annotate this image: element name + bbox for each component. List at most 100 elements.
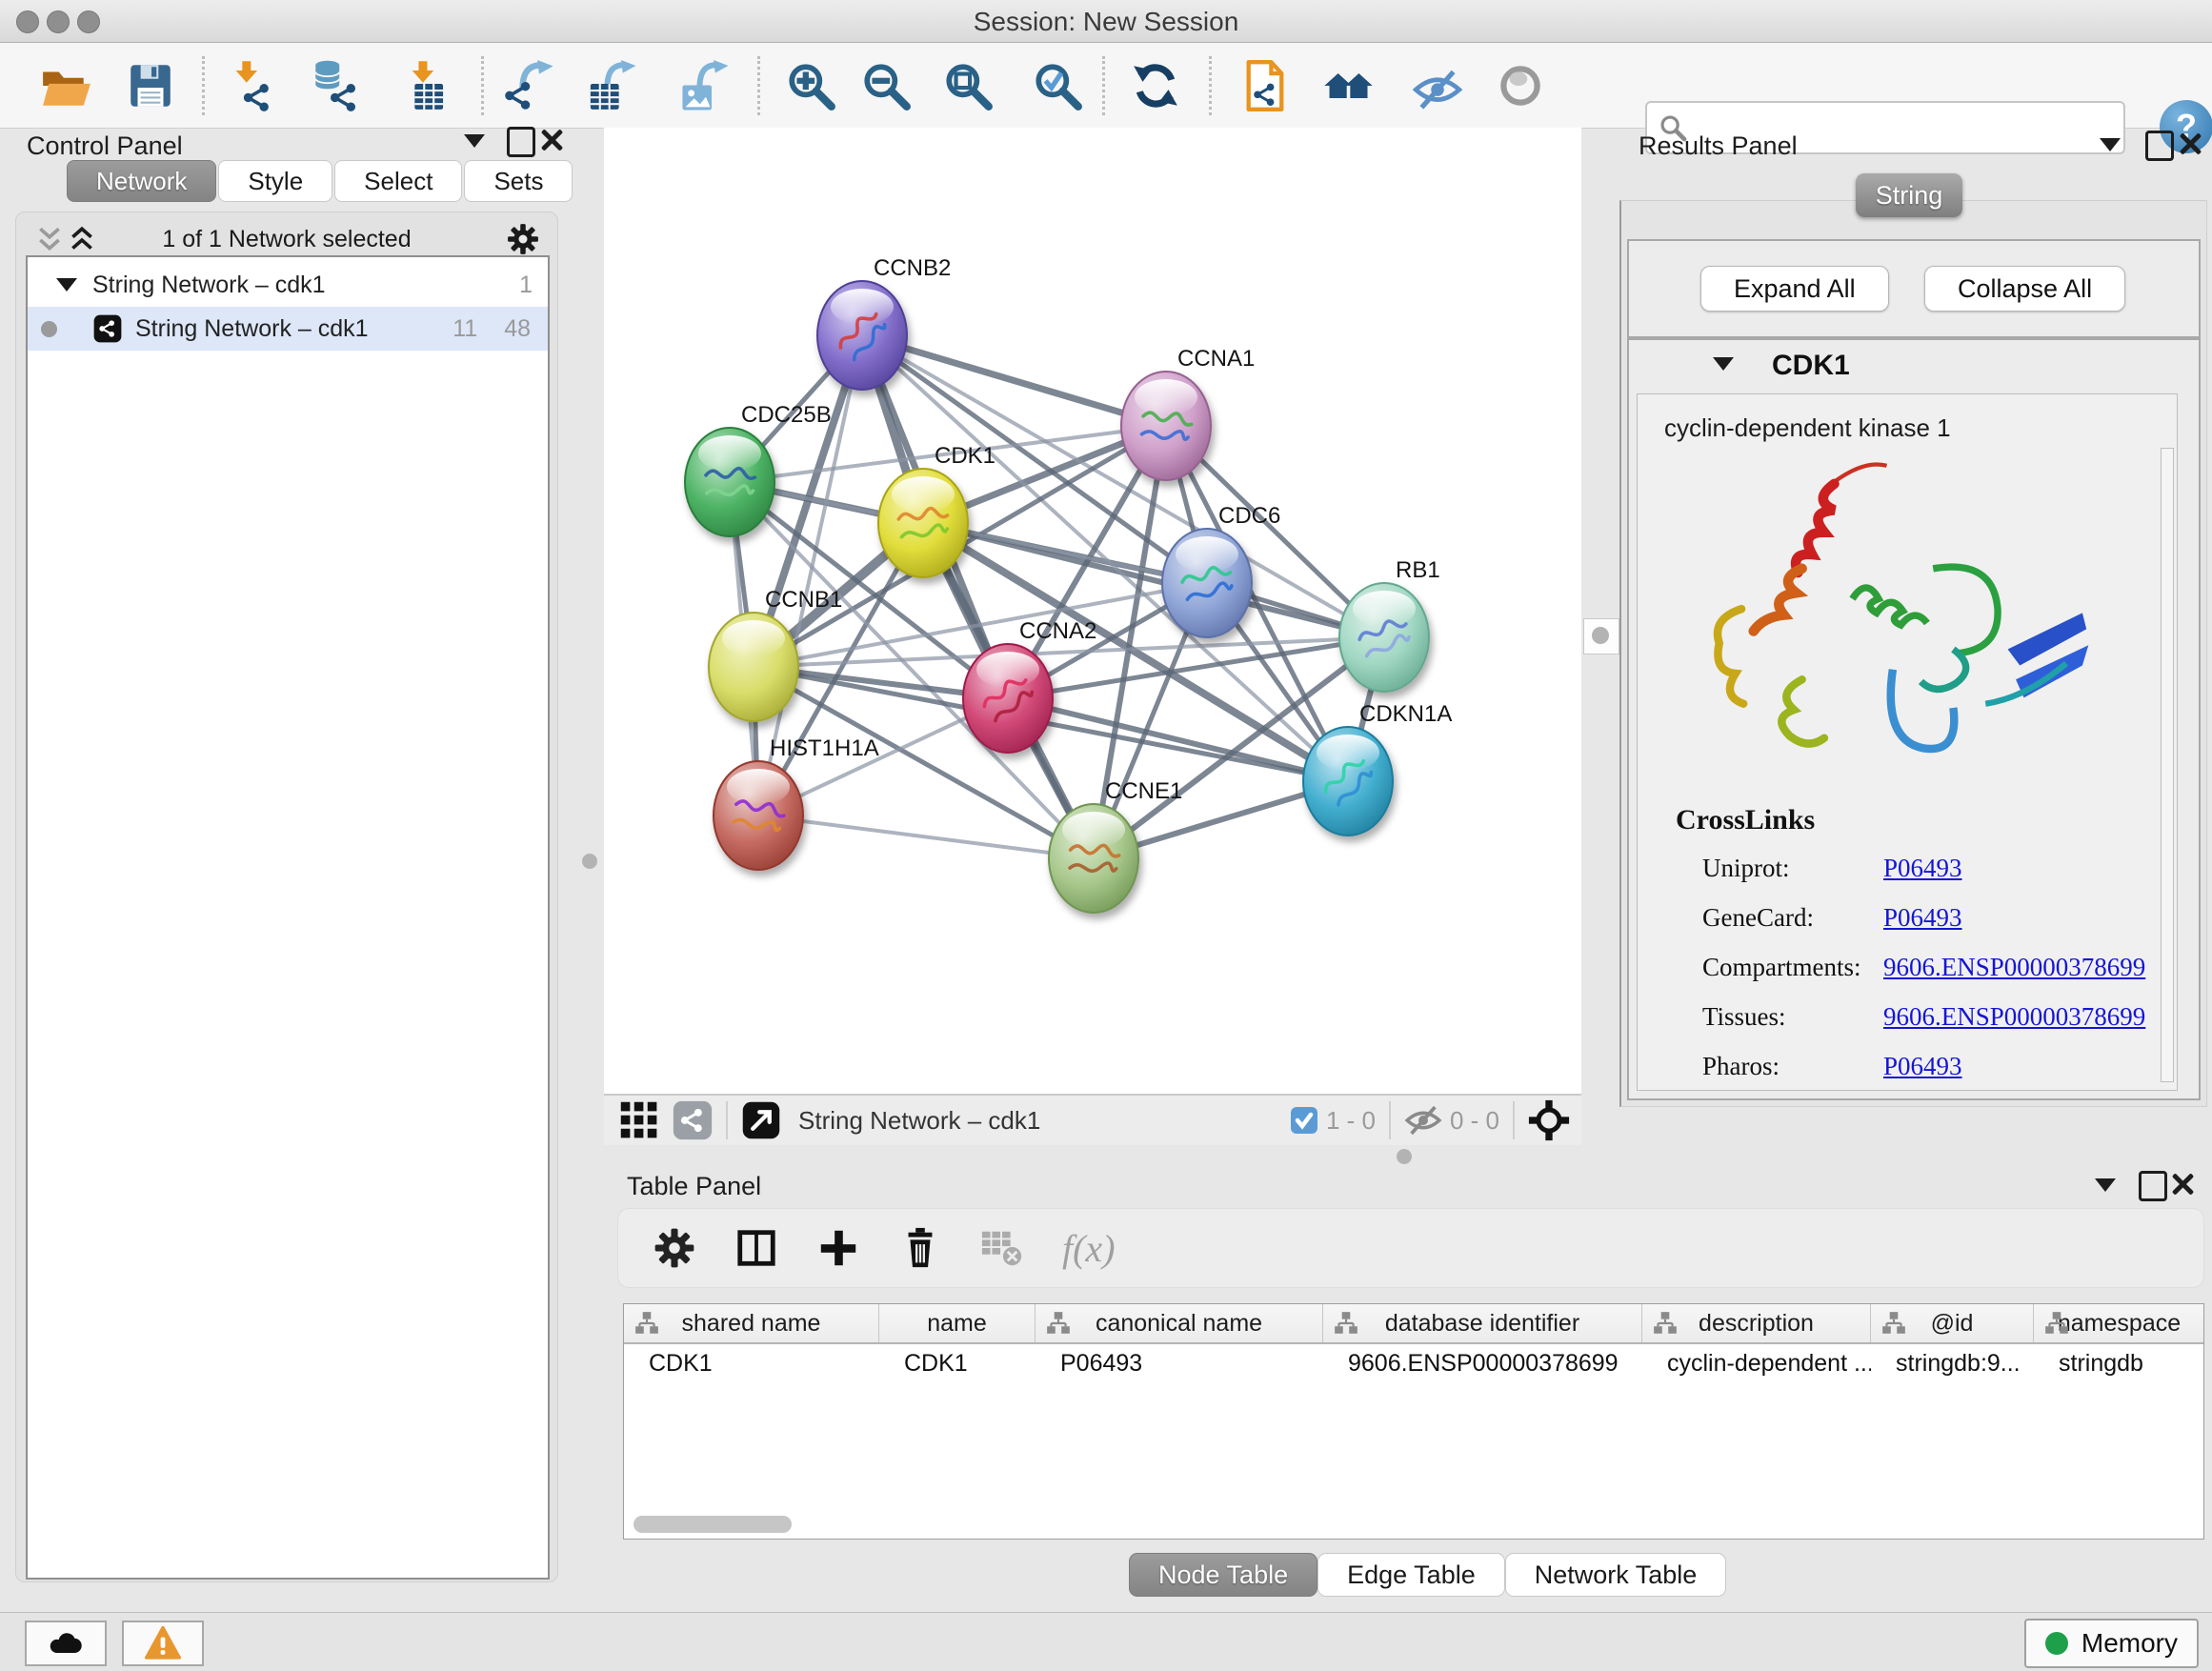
cell-database-identifier[interactable]: 9606.ENSP00000378699: [1323, 1344, 1642, 1384]
warnings-button[interactable]: [122, 1621, 204, 1666]
zoom-selected-button[interactable]: [1030, 58, 1085, 113]
table-panel-menu-icon[interactable]: [2095, 1178, 2116, 1192]
separator: [726, 1101, 728, 1139]
open-session-button[interactable]: [38, 58, 93, 113]
export-network-button[interactable]: [501, 58, 556, 113]
results-panel-float-icon[interactable]: [2145, 131, 2174, 161]
column-header-namespace[interactable]: namespace: [2034, 1304, 2204, 1342]
tab-select[interactable]: Select: [334, 160, 462, 202]
expand-all-button[interactable]: Expand All: [1700, 266, 1889, 312]
graph-node-CCNE1[interactable]: CCNE1: [1049, 778, 1182, 913]
gene-expander-icon[interactable]: [1713, 357, 1734, 371]
results-panel-close-icon[interactable]: [2178, 131, 2202, 156]
network-share-icon[interactable]: [673, 1100, 713, 1140]
crosslink-link[interactable]: 9606.ENSP00000378699: [1883, 953, 2145, 1002]
network-collection-row[interactable]: String Network – cdk1 1: [28, 263, 548, 307]
refresh-view-button[interactable]: [1128, 58, 1183, 113]
hidden-eye-icon[interactable]: [1404, 1104, 1442, 1137]
column-header-name[interactable]: name: [879, 1304, 1036, 1342]
cell-description[interactable]: cyclin-dependent ...: [1642, 1344, 1871, 1384]
left-splitter-handle[interactable]: [582, 854, 597, 869]
graph-node-HIST1H1A[interactable]: HIST1H1A: [714, 735, 879, 870]
graph-node-label-CDKN1A: CDKN1A: [1359, 701, 1452, 727]
tab-style[interactable]: Style: [218, 160, 332, 202]
import-network-file-button[interactable]: [224, 58, 279, 113]
cell-name[interactable]: CDK1: [879, 1344, 1036, 1384]
results-scrollbar[interactable]: [2161, 448, 2174, 1082]
graph-node-CDKN1A[interactable]: CDKN1A: [1303, 701, 1452, 836]
network-row-selected[interactable]: String Network – cdk1 11 48: [28, 307, 548, 351]
control-panel-float-icon[interactable]: [507, 127, 535, 157]
graph-node-RB1[interactable]: RB1: [1339, 557, 1440, 692]
column-header--id[interactable]: @id: [1871, 1304, 2034, 1342]
delete-column-icon[interactable]: [898, 1226, 942, 1270]
crosslink-link[interactable]: P06493: [1883, 903, 1962, 953]
hide-panels-button[interactable]: [1410, 58, 1465, 113]
import-network-icon: [226, 60, 277, 111]
cell-shared-name[interactable]: CDK1: [624, 1344, 879, 1384]
control-panel-close-icon[interactable]: [539, 128, 564, 152]
tab-network[interactable]: Network: [67, 160, 216, 202]
export-image-button[interactable]: [676, 58, 732, 113]
zoom-out-button[interactable]: [858, 58, 914, 113]
network-node-count: 11: [452, 315, 477, 343]
node-table: shared namenamecanonical namedatabase id…: [623, 1303, 2204, 1540]
column-tree-icon: [1333, 1311, 1359, 1336]
table-row[interactable]: CDK1CDK1P064939606.ENSP00000378699cyclin…: [624, 1344, 2203, 1384]
gene-description: cyclin-dependent kinase 1: [1664, 413, 1951, 443]
network-graph[interactable]: CCNB2CCNA1CDC25BCDK1CDC6RB1CCNB1CCNA2CDK…: [604, 128, 1581, 1094]
zoom-in-button[interactable]: [783, 58, 838, 113]
table-panel-float-icon[interactable]: [2139, 1171, 2167, 1201]
tab-node-table[interactable]: Node Table: [1129, 1553, 1317, 1597]
control-panel-menu-icon[interactable]: [464, 134, 485, 148]
tab-string[interactable]: String: [1856, 173, 1962, 217]
add-column-icon[interactable]: [816, 1226, 860, 1270]
column-header-shared-name[interactable]: shared name: [624, 1304, 879, 1342]
column-header-canonical-name[interactable]: canonical name: [1036, 1304, 1323, 1342]
tab-sets[interactable]: Sets: [464, 160, 573, 202]
crosslink-link[interactable]: P06493: [1883, 854, 1962, 903]
string-document-button[interactable]: [1238, 58, 1294, 113]
table-hscrollbar[interactable]: [633, 1516, 792, 1533]
gene-section: CDK1 cyclin-dependent kinase 1: [1627, 338, 2201, 1100]
tab-edge-table[interactable]: Edge Table: [1317, 1553, 1505, 1597]
crosslink-link[interactable]: P06493: [1883, 1052, 1962, 1101]
birdseye-icon[interactable]: [1528, 1099, 1570, 1141]
collection-expander-icon[interactable]: [56, 278, 77, 292]
cell-namespace[interactable]: stringdb: [2034, 1344, 2204, 1384]
cloud-status-button[interactable]: [25, 1621, 107, 1666]
home-button[interactable]: [1320, 58, 1376, 113]
detach-view-icon[interactable]: [741, 1100, 781, 1140]
graph-edge-HIST1H1A-CCNE1[interactable]: [758, 815, 1094, 858]
table-panel-close-icon[interactable]: [2170, 1172, 2195, 1197]
tab-network-table[interactable]: Network Table: [1505, 1553, 1727, 1597]
right-splitter-handle[interactable]: [1583, 618, 1619, 654]
import-network-database-button[interactable]: [307, 58, 362, 113]
selected-checkbox-icon[interactable]: [1290, 1106, 1318, 1135]
save-session-button[interactable]: [123, 58, 178, 113]
collapse-all-button[interactable]: Collapse All: [1924, 266, 2125, 312]
graph-node-CCNA1[interactable]: CCNA1: [1121, 346, 1255, 480]
gear-icon[interactable]: [506, 222, 540, 256]
cell--id[interactable]: stringdb:9...: [1871, 1344, 2034, 1384]
crosslink-link[interactable]: 9606.ENSP00000378699: [1883, 1002, 2145, 1052]
gene-section-header[interactable]: CDK1: [1629, 340, 2199, 390]
bottom-splitter-handle[interactable]: [1397, 1149, 1412, 1164]
graph-node-CDC25B[interactable]: CDC25B: [685, 402, 832, 536]
graph-edge-CDK1-RB1[interactable]: [923, 523, 1384, 637]
network-canvas[interactable]: CCNB2CCNA1CDC25BCDK1CDC6RB1CCNB1CCNA2CDK…: [604, 128, 1581, 1094]
columns-icon[interactable]: [734, 1226, 778, 1270]
cell-canonical-name[interactable]: P06493: [1036, 1344, 1323, 1384]
detail-sphere-button[interactable]: [1493, 58, 1548, 113]
memory-button[interactable]: Memory: [2024, 1619, 2199, 1668]
table-gear-icon[interactable]: [653, 1226, 696, 1270]
column-header-description[interactable]: description: [1642, 1304, 1871, 1342]
graph-edge-CCNB2-CCNA1[interactable]: [862, 335, 1166, 426]
graph-node-CCNB2[interactable]: CCNB2: [817, 255, 951, 390]
grid-view-icon[interactable]: [619, 1100, 659, 1140]
zoom-fit-button[interactable]: [940, 58, 995, 113]
export-table-button[interactable]: [584, 58, 639, 113]
column-header-database-identifier[interactable]: database identifier: [1323, 1304, 1642, 1342]
import-table-file-button[interactable]: [396, 58, 452, 113]
results-panel-menu-icon[interactable]: [2100, 138, 2121, 151]
